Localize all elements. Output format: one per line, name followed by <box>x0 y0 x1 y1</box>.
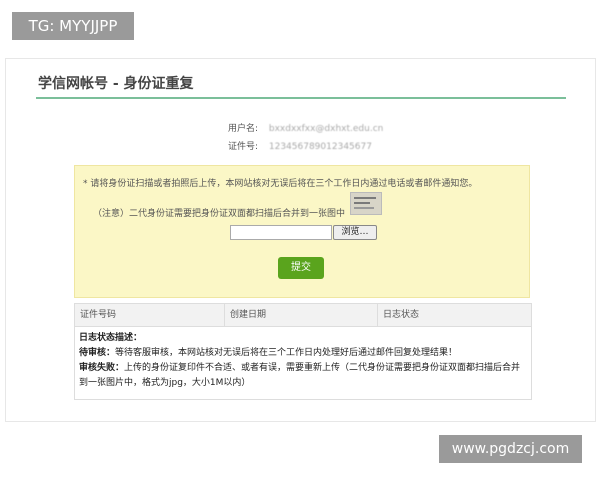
file-path-input[interactable] <box>230 225 332 240</box>
watermark-bottom: www.pgdzcj.com <box>439 435 582 463</box>
status-desc-heading: 日志状态描述： <box>79 333 143 343</box>
watermark-top: TG: MYYJJPP <box>12 12 134 40</box>
submit-button[interactable]: 提交 <box>278 257 324 279</box>
log-table-header: 证件号码 创建日期 日志状态 <box>75 304 531 327</box>
fail-text: 上传的身份证复印件不合适、或者有误，需要重新上传（二代身份证需要把身份证双面都扫… <box>79 363 521 388</box>
username-value: bxxdxxfxx@dxhxt.edu.cn <box>268 124 384 134</box>
pending-label: 待审核： <box>79 348 116 358</box>
id-number-label: 证件号: <box>228 142 259 152</box>
column-log-status: 日志状态 <box>383 310 420 320</box>
id-number-value: 123456789012345677 <box>268 142 372 152</box>
id-number-row: 证件号: 123456789012345677 <box>228 139 372 152</box>
id-card-sample-icon <box>350 192 382 215</box>
status-failed: 审核失败：上传的身份证复印件不合适、或者有误，需要重新上传（二代身份证需要把身份… <box>79 361 525 391</box>
upload-instruction: * 请将身份证扫描或者拍照后上传，本网站核对无误后将在三个工作日内通过电话或者邮… <box>83 179 478 189</box>
fail-label: 审核失败： <box>79 363 125 373</box>
username-label: 用户名: <box>228 124 259 134</box>
log-status-description: 日志状态描述： 待审核：等待客服审核，本网站核对无误后将在三个工作日内处理好后通… <box>79 331 525 391</box>
status-pending: 待审核：等待客服审核，本网站核对无误后将在三个工作日内处理好后通过邮件回复处理结… <box>79 346 525 361</box>
browse-button[interactable]: 浏览… <box>333 225 377 240</box>
upload-note: （注意）二代身份证需要把身份证双面都扫描后合并到一张图中 <box>93 209 346 219</box>
pending-text: 等待客服审核，本网站核对无误后将在三个工作日内处理好后通过邮件回复处理结果！ <box>115 348 458 358</box>
page-title: 学信网帐号 - 身份证重复 <box>38 76 194 92</box>
column-id-number: 证件号码 <box>75 304 225 326</box>
title-divider <box>36 97 566 99</box>
username-row: 用户名: bxxdxxfxx@dxhxt.edu.cn <box>228 121 383 134</box>
column-created-date: 创建日期 <box>225 304 378 326</box>
upload-notice-box: * 请将身份证扫描或者拍照后上传，本网站核对无误后将在三个工作日内通过电话或者邮… <box>74 165 530 298</box>
id-duplicate-card: 学信网帐号 - 身份证重复 用户名: bxxdxxfxx@dxhxt.edu.c… <box>5 58 596 422</box>
log-table: 证件号码 创建日期 日志状态 日志状态描述： 待审核：等待客服审核，本网站核对无… <box>74 303 532 400</box>
